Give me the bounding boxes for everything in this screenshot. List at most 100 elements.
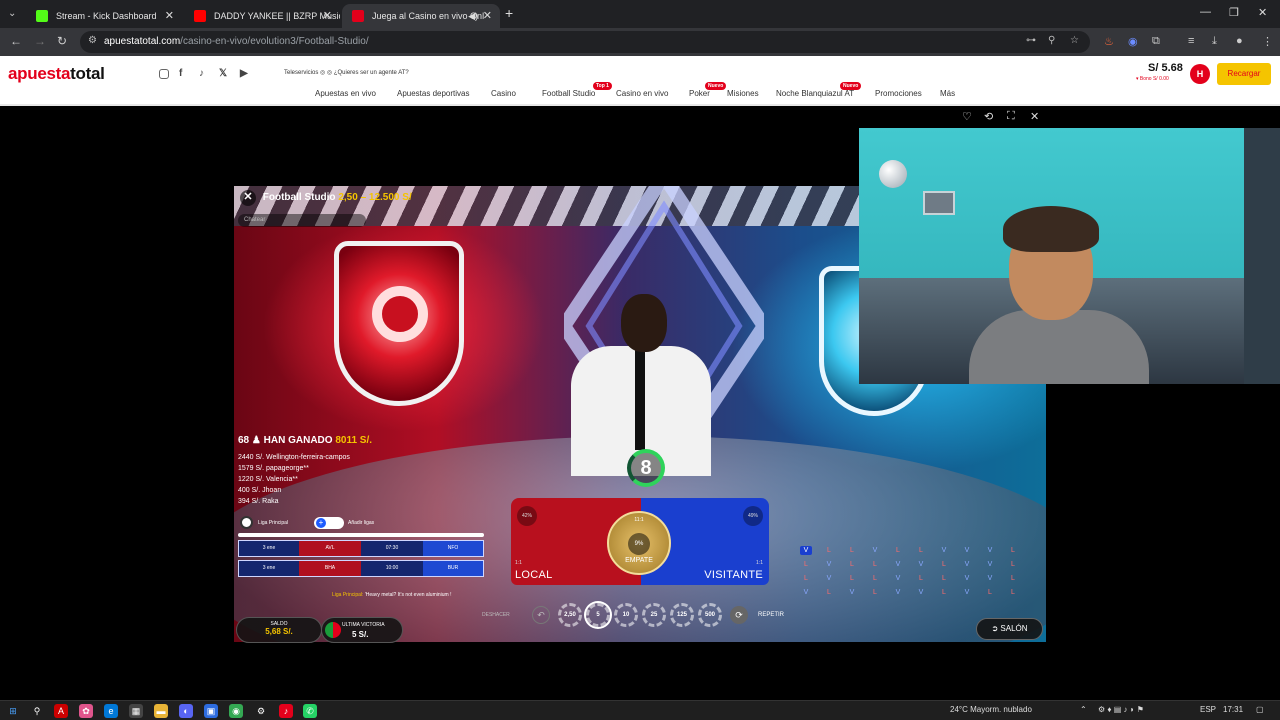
whatsapp-icon[interactable]: ✆ (303, 704, 317, 718)
minimize-icon[interactable]: — (1200, 6, 1211, 18)
ultima-victoria-panel: ULTIMA VICTORIA 5 S/. (321, 617, 403, 643)
chip-5-selected[interactable]: 5 (586, 603, 610, 627)
app-icon[interactable]: ♪ (279, 704, 293, 718)
balance-amount[interactable]: S/ 5.68 (1148, 62, 1183, 74)
notifications-icon[interactable]: ▢ (1256, 705, 1264, 714)
file-explorer-icon[interactable]: ▬ (154, 704, 168, 718)
x-icon[interactable]: 𝕏 (219, 68, 227, 79)
undo-icon[interactable]: ↶ (532, 606, 550, 624)
nav-promociones[interactable]: Promociones (875, 89, 922, 98)
tab-casino-active[interactable]: Juega al Casino en vivo Onl ◀) ✕ (342, 4, 500, 28)
chip-25[interactable]: 25 (642, 603, 666, 627)
zoom-icon[interactable]: ⚲ (1048, 35, 1055, 46)
download-icon[interactable]: ⤓ (1212, 35, 1217, 48)
chip-10[interactable]: 10 (614, 603, 638, 627)
winners-count: 68 (238, 435, 250, 446)
bonus-amount[interactable]: ▾ Bono S/ 0.00 (1136, 76, 1169, 82)
url-host: apuestatotal.com (104, 36, 181, 47)
tab-youtube[interactable]: DADDY YANKEE || BZRP Music ✕ (184, 4, 340, 28)
restore-icon[interactable]: ❐ (1229, 6, 1239, 19)
nav-apuestas-deportivas[interactable]: Apuestas deportivas (397, 89, 470, 98)
profile-icon[interactable]: ● (1236, 35, 1243, 47)
nav-poker[interactable]: Poker (689, 89, 710, 98)
app-icon[interactable]: A (54, 704, 68, 718)
language-indicator[interactable]: ESP (1200, 705, 1216, 714)
windows-start-icon[interactable]: ⊞ (6, 704, 20, 718)
tab-search-icon[interactable]: ⌄ (8, 7, 20, 21)
roadmap-cell: V (826, 561, 832, 568)
back-icon[interactable]: ← (10, 34, 22, 48)
close-tab-icon[interactable]: ✕ (483, 4, 492, 28)
extension-audio-icon[interactable]: ◉ (1128, 35, 1138, 48)
chat-input[interactable]: Chatear (238, 214, 366, 227)
site-info-icon[interactable]: ⚙ (88, 35, 97, 46)
user-avatar[interactable]: H (1190, 64, 1210, 84)
game-title-bar: ✕ Football Studio 2,50 – 12.500 S/ (240, 190, 412, 210)
close-tab-icon[interactable]: ✕ (323, 4, 332, 28)
search-icon[interactable]: ⚲ (30, 704, 44, 718)
address-bar[interactable]: ⚙ apuestatotal.com/casino-en-vivo/evolut… (80, 31, 1090, 53)
fixture-away: BUR (423, 561, 483, 576)
add-liga-link[interactable]: Añadir ligas (348, 520, 374, 526)
chrome-icon[interactable]: ◉ (229, 704, 243, 718)
repetir-label[interactable]: REPETIR (758, 612, 784, 618)
tiktok-icon[interactable]: ♪ (199, 68, 204, 79)
menu-dots-icon[interactable]: ⋮ (1262, 35, 1273, 48)
exit-game-icon[interactable]: ✕ (240, 190, 256, 206)
fixture-row[interactable]: 3 ene AVL 07:30 NFO (238, 540, 484, 557)
tray-icons[interactable]: ⚙ ♦ ▤ ♪ ◗ ⚑ (1098, 705, 1144, 714)
app-icon[interactable]: ▣ (204, 704, 218, 718)
close-window-icon[interactable]: ✕ (1258, 6, 1267, 19)
close-game-icon[interactable]: ✕ (1030, 110, 1039, 123)
nav-casino-en-vivo[interactable]: Casino en vivo (616, 89, 668, 98)
favorite-heart-icon[interactable]: ♡ (962, 110, 972, 123)
nav-football-studio[interactable]: Football Studio (542, 89, 595, 98)
bookmark-star-icon[interactable]: ☆ (1070, 35, 1079, 46)
store-icon[interactable]: ▦ (129, 704, 143, 718)
speaker-icon[interactable]: ◀) (468, 4, 478, 28)
youtube-icon[interactable]: ▶ (240, 68, 248, 79)
nav-mas[interactable]: Más (940, 89, 955, 98)
edge-icon[interactable]: e (104, 704, 118, 718)
fixtures-scrollbar[interactable] (238, 533, 484, 537)
instagram-icon[interactable] (159, 69, 169, 79)
refresh-game-icon[interactable]: ⟲ (984, 110, 993, 123)
nav-noche-blanquiazul[interactable]: Noche Blanquiazul AT (776, 89, 854, 98)
chip-125[interactable]: 125 (670, 603, 694, 627)
discord-icon[interactable]: ◐ (179, 704, 193, 718)
salon-button[interactable]: ➲ SALÓN (976, 618, 1043, 640)
bet-empate-button[interactable]: 11:1 9% (607, 511, 671, 575)
media-control-icon[interactable]: ≡ (1188, 35, 1194, 47)
clock[interactable]: 17:31 (1223, 705, 1243, 714)
chip-2-50[interactable]: 2,50 (558, 603, 582, 627)
salon-label: SALÓN (1000, 624, 1028, 633)
nav-misiones[interactable]: Misiones (727, 89, 759, 98)
forward-icon[interactable]: → (34, 34, 46, 48)
weather-widget[interactable]: 24°C Mayorm. nublado (950, 705, 1032, 714)
app-icon[interactable]: ✿ (79, 704, 93, 718)
nav-casino[interactable]: Casino (491, 89, 516, 98)
recargar-button[interactable]: Recargar (1217, 63, 1271, 85)
fullscreen-icon[interactable]: ⛶ (1007, 110, 1015, 123)
liga-toggle[interactable]: + (314, 517, 344, 529)
extensions-icon[interactable]: ⧉ (1152, 35, 1160, 48)
reload-icon[interactable]: ↻ (57, 34, 67, 48)
facebook-icon[interactable]: f (179, 68, 182, 79)
close-tab-icon[interactable]: ✕ (165, 4, 174, 28)
extension-fire-icon[interactable]: ♨ (1104, 35, 1114, 48)
settings-icon[interactable]: ⚙ (254, 704, 268, 718)
cast-icon[interactable]: ⊶ (1026, 35, 1036, 46)
new-tab-button[interactable]: + (505, 5, 513, 21)
chip-500[interactable]: 500 (698, 603, 722, 627)
teleservicios-link[interactable]: Teleservicios ◎ ◎ ¿Quieres ser un agente… (284, 69, 409, 76)
results-roadmap[interactable]: VLLVLLVVVLLVLLVVLVVLLVLLVLLVVLVLVLVVLVLL (800, 546, 1036, 606)
nav-apuestas-en-vivo[interactable]: Apuestas en vivo (315, 89, 376, 98)
bet-limits[interactable]: 2,50 – 12.500 S/ (338, 192, 411, 203)
chip-tray: DESHACER ↶ 2,50 5 10 25 125 500 ⟳ REPETI… (482, 602, 812, 630)
tab-kick-dashboard[interactable]: Stream - Kick Dashboard ✕ (26, 4, 182, 28)
repeat-icon[interactable]: ⟳ (730, 606, 748, 624)
apuestatotal-logo[interactable]: apuestatotal (8, 64, 105, 84)
liga-message: Liga Principal: 'Heavy metal? It's not e… (332, 592, 451, 598)
chevron-up-icon[interactable]: ⌃ (1080, 705, 1087, 714)
fixture-row[interactable]: 3 ene BHA 10:00 BUR (238, 560, 484, 577)
